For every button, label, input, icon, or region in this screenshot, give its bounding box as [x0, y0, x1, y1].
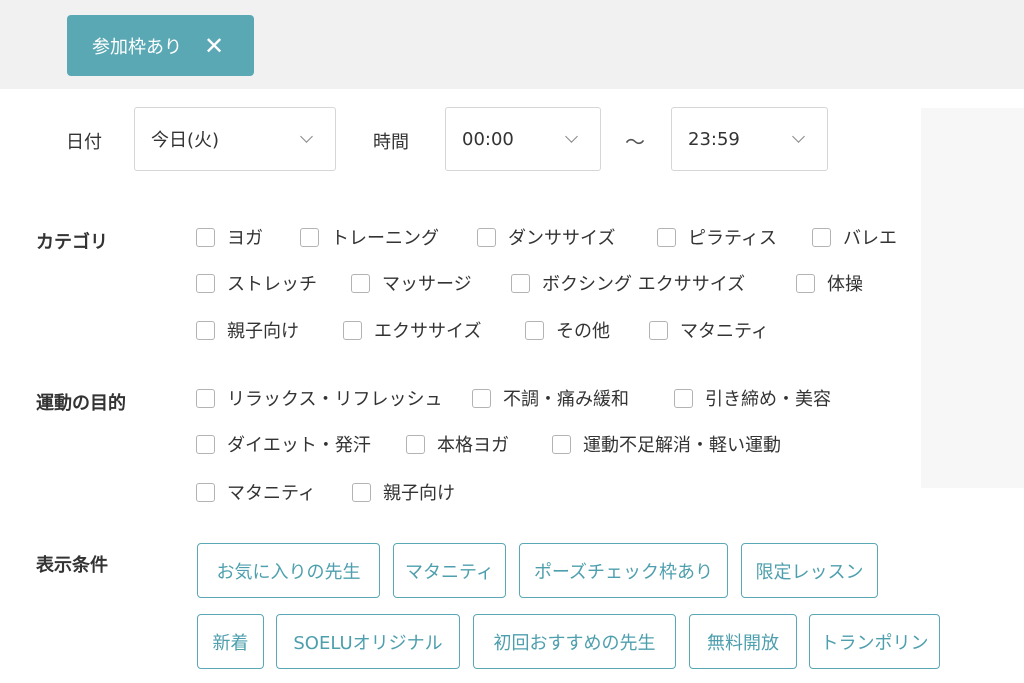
option-label: マタニティ	[680, 321, 769, 342]
purpose-option[interactable]: 運動不足解消・軽い運動	[552, 431, 781, 457]
start-time-value: 00:00	[462, 128, 514, 150]
category-title: カテゴリ	[36, 232, 108, 253]
option-label: 体操	[827, 274, 863, 295]
tag-button[interactable]: 新着	[197, 614, 264, 669]
checkbox[interactable]	[343, 320, 362, 340]
category-option[interactable]: ピラティス	[657, 224, 777, 250]
option-label: ヨガ	[227, 228, 263, 249]
option-label: バレエ	[843, 228, 897, 249]
option-label: ダイエット・発汗	[227, 435, 371, 456]
date-label: 日付	[66, 132, 102, 153]
option-label: トレーニング	[331, 228, 439, 249]
side-panel	[921, 108, 1024, 488]
category-option[interactable]: エクササイズ	[343, 317, 481, 343]
category-option[interactable]: バレエ	[812, 224, 897, 250]
tag-button[interactable]: 初回おすすめの先生	[473, 614, 676, 669]
checkbox[interactable]	[657, 227, 676, 247]
tag-button[interactable]: トランポリン	[809, 614, 940, 669]
category-option[interactable]: トレーニング	[300, 224, 439, 250]
checkbox[interactable]	[406, 434, 425, 454]
purpose-option[interactable]: リラックス・リフレッシュ	[196, 385, 442, 411]
end-time-select[interactable]: 23:59	[671, 107, 828, 171]
category-option[interactable]: 体操	[796, 270, 863, 296]
display-title: 表示条件	[36, 555, 108, 576]
checkbox[interactable]	[649, 320, 668, 340]
category-option[interactable]: ボクシング エクササイズ	[511, 270, 745, 296]
category-option[interactable]: ストレッチ	[196, 270, 317, 296]
date-select[interactable]: 今日(火)	[134, 107, 336, 171]
option-label: ボクシング エクササイズ	[542, 274, 746, 295]
purpose-option[interactable]: 本格ヨガ	[406, 431, 509, 457]
category-option[interactable]: ダンササイズ	[477, 224, 615, 250]
checkbox[interactable]	[196, 273, 215, 293]
purpose-option[interactable]: 親子向け	[352, 479, 455, 505]
checkbox[interactable]	[300, 227, 319, 247]
checkbox[interactable]	[196, 320, 215, 340]
chevron-down-icon	[565, 130, 578, 143]
checkbox[interactable]	[472, 388, 491, 408]
category-option[interactable]: 親子向け	[196, 317, 299, 343]
option-label: 親子向け	[383, 483, 455, 504]
category-option[interactable]: その他	[525, 317, 610, 343]
purpose-option[interactable]: 引き締め・美容	[674, 385, 831, 411]
checkbox[interactable]	[196, 388, 215, 408]
purpose-title: 運動の目的	[36, 393, 126, 414]
checkbox[interactable]	[674, 388, 693, 408]
option-label: マッサージ	[382, 274, 472, 295]
checkbox[interactable]	[796, 273, 815, 293]
category-option[interactable]: マタニティ	[649, 317, 769, 343]
time-separator: 〜	[625, 130, 645, 154]
close-icon[interactable]: ✕	[204, 34, 224, 58]
checkbox[interactable]	[196, 227, 215, 247]
purpose-option[interactable]: 不調・痛み緩和	[472, 385, 629, 411]
checkbox[interactable]	[352, 482, 371, 502]
checkbox[interactable]	[552, 434, 571, 454]
chevron-down-icon	[300, 130, 313, 143]
checkbox[interactable]	[477, 227, 496, 247]
tag-button[interactable]: ポーズチェック枠あり	[519, 543, 728, 598]
active-filter-label: 参加枠あり	[92, 36, 182, 58]
category-option[interactable]: ヨガ	[196, 224, 263, 250]
option-label: 親子向け	[227, 321, 299, 342]
option-label: ストレッチ	[227, 274, 317, 295]
time-label: 時間	[373, 132, 409, 153]
tag-button[interactable]: マタニティ	[393, 543, 506, 598]
option-label: ピラティス	[688, 228, 777, 249]
checkbox[interactable]	[511, 273, 530, 293]
checkbox[interactable]	[525, 320, 544, 340]
option-label: 運動不足解消・軽い運動	[583, 435, 781, 456]
purpose-option[interactable]: ダイエット・発汗	[196, 431, 371, 457]
option-label: 不調・痛み緩和	[503, 389, 629, 410]
checkbox[interactable]	[196, 482, 215, 502]
option-label: エクササイズ	[374, 321, 482, 342]
tag-button[interactable]: 無料開放	[689, 614, 797, 669]
category-option[interactable]: マッサージ	[351, 270, 472, 296]
tag-button[interactable]: 限定レッスン	[741, 543, 878, 598]
option-label: リラックス・リフレッシュ	[227, 389, 443, 410]
chevron-down-icon	[792, 130, 805, 143]
purpose-option[interactable]: マタニティ	[196, 479, 316, 505]
date-value: 今日(火)	[151, 130, 220, 151]
option-label: ダンササイズ	[508, 228, 616, 249]
option-label: 引き締め・美容	[705, 389, 831, 410]
tag-button[interactable]: お気に入りの先生	[197, 543, 380, 598]
active-filter-chip[interactable]: 参加枠あり ✕	[67, 15, 254, 76]
checkbox[interactable]	[196, 434, 215, 454]
start-time-select[interactable]: 00:00	[445, 107, 601, 171]
end-time-value: 23:59	[688, 128, 740, 150]
option-label: 本格ヨガ	[437, 435, 509, 456]
checkbox[interactable]	[351, 273, 370, 293]
tag-button[interactable]: SOELUオリジナル	[276, 614, 460, 669]
option-label: マタニティ	[227, 483, 316, 504]
checkbox[interactable]	[812, 227, 831, 247]
option-label: その他	[556, 321, 610, 342]
